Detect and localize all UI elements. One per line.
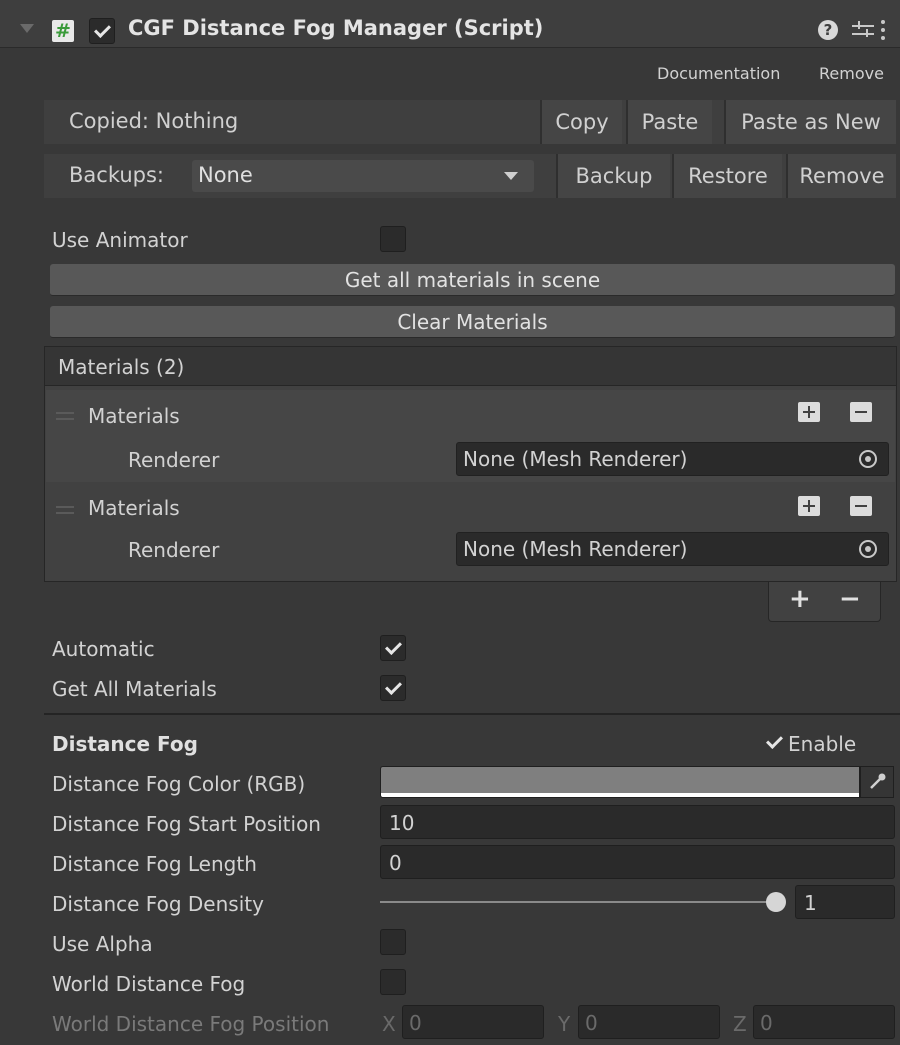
list-item[interactable]: Materials Renderer None (Mesh Renderer) — [46, 390, 895, 482]
z-value: 0 — [760, 1011, 773, 1035]
kebab-menu-icon[interactable] — [878, 18, 888, 42]
renderer-object-field[interactable]: None (Mesh Renderer) — [456, 532, 889, 566]
help-icon[interactable]: ? — [818, 20, 838, 40]
renderer-value: None (Mesh Renderer) — [463, 537, 688, 561]
fog-density-slider[interactable] — [380, 890, 786, 914]
chevron-down-icon — [504, 172, 518, 180]
distance-fog-section-label: Distance Fog — [52, 732, 198, 756]
x-value: 0 — [409, 1011, 422, 1035]
get-all-materials-label: Get All Materials — [52, 677, 217, 701]
world-fog-label: World Distance Fog — [52, 972, 246, 996]
fog-length-field[interactable]: 0 — [380, 845, 895, 879]
materials-item-label: Materials — [88, 404, 180, 428]
fog-length-value: 0 — [389, 851, 402, 875]
remove-link[interactable]: Remove — [819, 64, 884, 83]
section-divider — [44, 713, 900, 715]
remove-item-icon[interactable] — [850, 496, 872, 516]
use-alpha-label: Use Alpha — [52, 932, 153, 956]
materials-count-label: Materials (2) — [58, 355, 185, 379]
world-position-z-field[interactable]: 0 — [753, 1005, 895, 1039]
materials-item-label: Materials — [88, 496, 180, 520]
renderer-label: Renderer — [128, 538, 220, 562]
backup-remove-button[interactable]: Remove — [786, 154, 896, 198]
enable-toggle[interactable]: Enable — [762, 729, 872, 757]
fog-density-value: 1 — [804, 891, 817, 915]
preset-icon[interactable] — [852, 18, 874, 42]
use-animator-checkbox[interactable] — [380, 226, 406, 252]
renderer-value: None (Mesh Renderer) — [463, 447, 688, 471]
get-all-materials-checkbox[interactable] — [380, 675, 406, 701]
materials-list-header[interactable]: Materials (2) — [44, 346, 897, 386]
enable-label: Enable — [788, 732, 857, 756]
materials-list-body: Materials Renderer None (Mesh Renderer) … — [44, 386, 897, 582]
renderer-label: Renderer — [128, 448, 220, 472]
object-picker-icon[interactable] — [859, 540, 877, 558]
drag-handle-icon[interactable] — [56, 506, 74, 518]
world-position-x-field[interactable]: 0 — [402, 1005, 544, 1039]
remove-item-icon[interactable] — [850, 402, 872, 422]
add-item-icon[interactable] — [798, 402, 820, 422]
copy-button[interactable]: Copy — [540, 100, 622, 144]
backup-toolbar: Backups: None Backup Restore Remove — [44, 154, 896, 198]
y-value: 0 — [585, 1011, 598, 1035]
list-item[interactable]: Materials Renderer None (Mesh Renderer) — [46, 484, 895, 576]
z-axis-label: Z — [733, 1012, 747, 1036]
drag-handle-icon[interactable] — [56, 412, 74, 424]
world-fog-checkbox[interactable] — [380, 969, 406, 995]
copy-toolbar: Copied: Nothing Copy Paste Paste as New — [44, 100, 896, 144]
fog-start-field[interactable]: 10 — [380, 805, 895, 839]
fog-length-label: Distance Fog Length — [52, 852, 257, 876]
fog-density-field[interactable]: 1 — [795, 885, 895, 919]
use-animator-label: Use Animator — [52, 228, 188, 252]
list-add-button[interactable]: + — [789, 584, 811, 614]
fog-start-value: 10 — [389, 811, 415, 835]
eyedropper-icon[interactable] — [860, 766, 894, 798]
paste-as-new-button[interactable]: Paste as New — [724, 100, 896, 144]
copied-status: Copied: Nothing — [69, 109, 239, 133]
list-footer: + − — [768, 582, 881, 622]
component-title: CGF Distance Fog Manager (Script) — [128, 16, 544, 40]
checkmark-icon — [762, 731, 786, 753]
automatic-checkbox[interactable] — [380, 635, 406, 661]
script-icon: # — [52, 20, 74, 42]
backups-label: Backups: — [69, 163, 164, 187]
foldout-triangle-icon[interactable] — [20, 24, 34, 34]
backups-dropdown[interactable]: None — [192, 160, 534, 192]
world-position-label: World Distance Fog Position — [52, 1012, 330, 1036]
use-alpha-checkbox[interactable] — [380, 929, 406, 955]
fog-start-label: Distance Fog Start Position — [52, 812, 321, 836]
clear-materials-button[interactable]: Clear Materials — [50, 306, 895, 338]
fog-color-label: Distance Fog Color (RGB) — [52, 772, 306, 796]
component-header[interactable]: # CGF Distance Fog Manager (Script) ? — [0, 0, 900, 48]
get-all-materials-button[interactable]: Get all materials in scene — [50, 264, 895, 296]
world-position-y-field[interactable]: 0 — [578, 1005, 720, 1039]
fog-color-field[interactable] — [380, 766, 860, 798]
y-axis-label: Y — [558, 1012, 571, 1036]
fog-density-label: Distance Fog Density — [52, 892, 264, 916]
object-picker-icon[interactable] — [859, 450, 877, 468]
automatic-label: Automatic — [52, 637, 155, 661]
slider-knob[interactable] — [766, 892, 786, 912]
backups-selected: None — [198, 163, 253, 187]
paste-button[interactable]: Paste — [626, 100, 712, 144]
x-axis-label: X — [382, 1012, 396, 1036]
documentation-link[interactable]: Documentation — [657, 64, 780, 83]
add-item-icon[interactable] — [798, 496, 820, 516]
component-enabled-checkbox[interactable] — [89, 18, 115, 44]
list-remove-button[interactable]: − — [839, 584, 861, 614]
renderer-object-field[interactable]: None (Mesh Renderer) — [456, 442, 889, 476]
backup-button[interactable]: Backup — [556, 154, 670, 198]
restore-button[interactable]: Restore — [672, 154, 782, 198]
